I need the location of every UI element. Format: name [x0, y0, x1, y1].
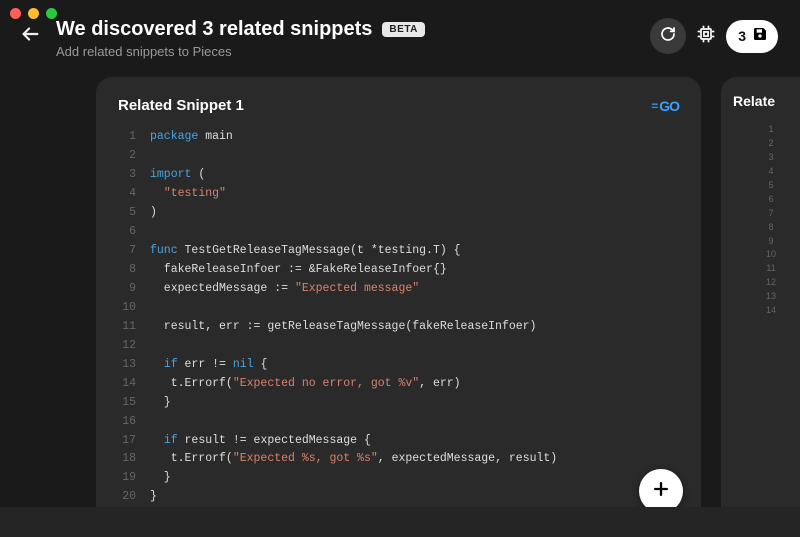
- snippet-card-2: Relate 1234567891011121314: [721, 77, 800, 531]
- line-number: 7: [118, 242, 136, 261]
- line-number: 18: [118, 450, 136, 469]
- snippet-card-title: Relate: [733, 93, 800, 109]
- line-number: 9: [118, 280, 136, 299]
- line-number: 7: [733, 207, 800, 221]
- line-number: 12: [733, 276, 800, 290]
- go-logo-text: GO: [659, 98, 679, 114]
- line-number: 6: [118, 223, 136, 242]
- processor-icon: [696, 24, 716, 49]
- line-number: 3: [118, 166, 136, 185]
- page-subtitle: Add related snippets to Pieces: [56, 44, 636, 59]
- title-block: We discovered 3 related snippets BETA Ad…: [56, 18, 636, 59]
- code-content[interactable]: package main import ( "testing" ) func T…: [150, 128, 557, 507]
- line-number: 5: [118, 204, 136, 223]
- refresh-icon: [660, 26, 676, 47]
- save-count: 3: [738, 28, 746, 44]
- page-title: We discovered 3 related snippets: [56, 18, 372, 41]
- line-number: 2: [733, 137, 800, 151]
- back-button[interactable]: [18, 22, 42, 46]
- header-toolbar: 3: [650, 18, 778, 54]
- window-minimize-button[interactable]: [28, 8, 39, 19]
- window-close-button[interactable]: [10, 8, 21, 19]
- line-number: 13: [118, 356, 136, 375]
- line-number: 15: [118, 394, 136, 413]
- line-number: 14: [733, 304, 800, 318]
- beta-badge: BETA: [382, 22, 424, 37]
- line-number: 16: [118, 413, 136, 432]
- line-number: 20: [118, 488, 136, 507]
- code-block: 1234567891011121314151617181920 package …: [118, 128, 679, 507]
- line-number: 5: [733, 179, 800, 193]
- snippet-card-1: Related Snippet 1 = GO 12345678910111213…: [96, 77, 701, 531]
- plus-icon: [651, 479, 671, 504]
- line-number: 9: [733, 235, 800, 249]
- line-number: 2: [118, 147, 136, 166]
- line-number: 1: [118, 128, 136, 147]
- line-number-gutter: 1234567891011121314151617181920: [118, 128, 150, 507]
- line-number: 11: [733, 262, 800, 276]
- go-logo-lines-icon: =: [651, 99, 658, 113]
- window-traffic-lights: [10, 8, 57, 19]
- footer-bar: [0, 507, 800, 537]
- save-all-button[interactable]: 3: [726, 20, 778, 53]
- language-badge: = GO: [651, 98, 679, 114]
- processor-button[interactable]: [696, 26, 716, 46]
- cards-row: Related Snippet 1 = GO 12345678910111213…: [0, 77, 800, 531]
- line-number: 6: [733, 193, 800, 207]
- line-number: 12: [118, 337, 136, 356]
- snippet-card-title: Related Snippet 1: [118, 97, 244, 114]
- window-maximize-button[interactable]: [46, 8, 57, 19]
- line-number: 17: [118, 432, 136, 451]
- line-number-gutter: 1234567891011121314: [733, 123, 800, 318]
- line-number: 3: [733, 151, 800, 165]
- app-header: We discovered 3 related snippets BETA Ad…: [0, 0, 800, 77]
- save-icon: [752, 26, 768, 47]
- line-number: 8: [733, 221, 800, 235]
- refresh-button[interactable]: [650, 18, 686, 54]
- line-number: 1: [733, 123, 800, 137]
- line-number: 4: [118, 185, 136, 204]
- line-number: 4: [733, 165, 800, 179]
- line-number: 10: [733, 248, 800, 262]
- line-number: 10: [118, 299, 136, 318]
- line-number: 11: [118, 318, 136, 337]
- line-number: 8: [118, 261, 136, 280]
- line-number: 19: [118, 469, 136, 488]
- line-number: 13: [733, 290, 800, 304]
- line-number: 14: [118, 375, 136, 394]
